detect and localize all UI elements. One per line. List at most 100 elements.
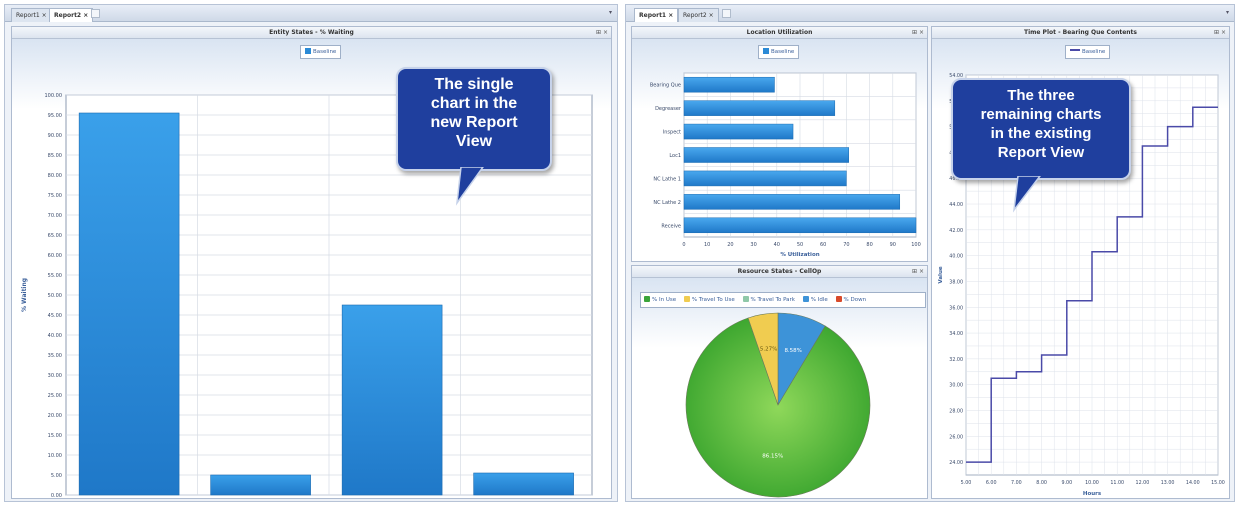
x-tick-label: 20 [727, 242, 733, 248]
bar [683, 217, 917, 234]
y-tick-label: 20.00 [48, 413, 62, 419]
callout-new-view: The single chart in the new Report View [396, 67, 552, 171]
y-tick-label: NC Lathe 2 [653, 200, 681, 206]
y-tick-label: 24.00 [949, 460, 963, 466]
panel-title: Time Plot - Bearing Que Contents ⊞ × [932, 27, 1229, 39]
callout-existing-view: The three remaining charts in the existi… [951, 78, 1131, 180]
y-axis-label: Value [938, 266, 944, 283]
resource-states-panel: Resource States - CellOp ⊞ × % In Use % … [631, 265, 928, 499]
y-tick-label: 50.00 [48, 293, 62, 299]
y-tick-label: 30.00 [48, 373, 62, 379]
y-tick-label: 95.00 [48, 113, 62, 119]
callout-existing-view-text: The three remaining charts in the existi… [980, 87, 1102, 161]
x-tick-label: 10 [704, 242, 710, 248]
y-tick-label: 85.00 [48, 153, 62, 159]
bar [341, 304, 443, 496]
report-tabstrip: Report1 × Report2 × ▾ [5, 5, 617, 22]
bar [683, 170, 847, 187]
resource-states-pie-chart: 8.58% 86.15% 5.27% [685, 312, 871, 498]
panel-body: Baseline 0 10 20 30 40 50 60 70 80 90 100 Bearing Q… [632, 39, 927, 261]
y-tick-label: Loc1 [669, 153, 681, 159]
y-tick-label: 30.00 [949, 383, 963, 389]
x-tick-label: 50 [797, 242, 803, 248]
y-tick-label: 25.00 [48, 393, 62, 399]
x-tick-label: 9.00 [1061, 480, 1072, 486]
tab-menu-arrow-icon[interactable]: ▾ [1226, 9, 1229, 16]
panel-title-text: Entity States - % Waiting [269, 29, 354, 36]
y-tick-label: 5.00 [51, 473, 62, 479]
y-tick-label: 38.00 [949, 279, 963, 285]
x-tick-label: 60 [820, 242, 826, 248]
y-tick-label: 65.00 [48, 233, 62, 239]
y-tick-label: 75.00 [48, 193, 62, 199]
bar [473, 472, 574, 496]
panel-controls[interactable]: ⊞ × [1214, 27, 1226, 38]
report-window-existing: Report1 × Report2 × ▾ Location Utilizati… [625, 4, 1235, 502]
panel-title-text: Time Plot - Bearing Que Contents [1023, 29, 1137, 36]
y-tick-label: 28.00 [949, 408, 963, 414]
x-tick-label: 40 [774, 242, 780, 248]
y-tick-label: 42.00 [949, 228, 963, 234]
new-tab-button[interactable] [91, 9, 100, 18]
callout-tail-left [455, 167, 484, 206]
y-tick-label: 90.00 [48, 133, 62, 139]
panel-title: Entity States - % Waiting ⊞ × [12, 27, 611, 39]
x-axis-label: % Utilization [780, 252, 819, 258]
x-tick-label: 70 [843, 242, 849, 248]
y-tick-label: Bearing Que [650, 83, 681, 89]
bar [78, 112, 180, 496]
panel-title: Location Utilization ⊞ × [632, 27, 927, 39]
y-tick-label: 10.00 [48, 453, 62, 459]
y-tick-label: 44.00 [949, 202, 963, 208]
y-tick-label: 15.00 [48, 433, 62, 439]
x-tick-label: 30 [750, 242, 756, 248]
x-tick-label: 6.00 [986, 480, 997, 486]
panel-title-text: Resource States - CellOp [737, 268, 822, 275]
bar [683, 147, 849, 163]
x-tick-label: 14.00 [1186, 480, 1200, 486]
report-tabstrip: Report1 × Report2 × ▾ [626, 5, 1234, 22]
x-tick-label: 10.00 [1085, 480, 1099, 486]
y-tick-label: 0.00 [51, 493, 62, 498]
y-tick-label: 26.00 [949, 434, 963, 440]
x-tick-label: 80 [866, 242, 872, 248]
y-tick-label: Receive [661, 223, 681, 229]
x-tick-label: 15.00 [1211, 480, 1225, 486]
x-tick-label: 11.00 [1110, 480, 1124, 486]
bar [683, 194, 901, 210]
x-axis-label: Hours [1083, 491, 1102, 497]
pie-data-label: 5.27% [760, 347, 777, 353]
y-tick-label: 100.00 [45, 93, 63, 99]
bar [210, 474, 311, 496]
bar [683, 76, 775, 93]
panel-title-text: Location Utilization [746, 29, 813, 36]
y-tick-label: Inspect [663, 130, 681, 136]
panel-title: Resource States - CellOp ⊞ × [632, 266, 927, 278]
location-utilization-panel: Location Utilization ⊞ × Baseline 0 10 20 3… [631, 26, 928, 262]
callout-tail-right [1012, 176, 1041, 213]
tab-report2[interactable]: Report2 × [678, 8, 719, 22]
panel-body: % In Use % Travel To Use % Travel To Par… [632, 278, 927, 498]
bar [683, 100, 836, 116]
x-tick-label: 13.00 [1161, 480, 1175, 486]
y-tick-label: 32.00 [949, 357, 963, 363]
callout-new-view-text: The single chart in the new Report View [430, 76, 518, 150]
y-tick-label: 55.00 [48, 273, 62, 279]
new-tab-button[interactable] [722, 9, 731, 18]
x-tick-label: 8.00 [1036, 480, 1047, 486]
tab-report1[interactable]: Report1 × [11, 8, 52, 22]
y-tick-label: 36.00 [949, 305, 963, 311]
x-tick-label: 90 [890, 242, 896, 248]
y-tick-label: 60.00 [48, 253, 62, 259]
tab-report2[interactable]: Report2 × [49, 8, 94, 22]
y-tick-label: 45.00 [48, 313, 62, 319]
y-tick-label: Degreaser [655, 106, 682, 112]
panel-controls[interactable]: ⊞ × [912, 266, 924, 277]
tab-report1[interactable]: Report1 × [634, 8, 679, 22]
tab-menu-arrow-icon[interactable]: ▾ [609, 9, 612, 16]
panel-controls[interactable]: ⊞ × [596, 27, 608, 38]
y-tick-label: 35.00 [48, 353, 62, 359]
x-tick-label: 100 [911, 242, 921, 248]
y-tick-label: 40.00 [949, 254, 963, 260]
panel-controls[interactable]: ⊞ × [912, 27, 924, 38]
